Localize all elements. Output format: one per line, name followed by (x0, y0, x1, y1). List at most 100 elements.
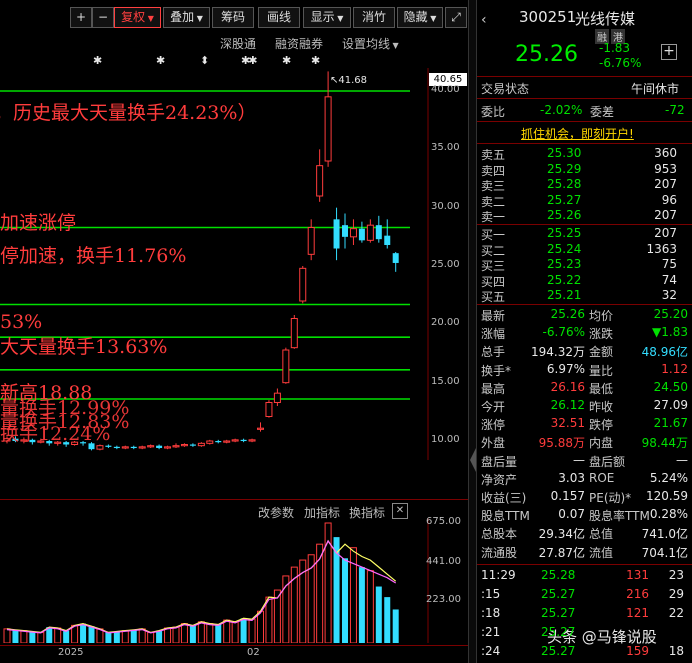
event-star-icon[interactable]: ✱ (282, 54, 291, 67)
zoom-out-button[interactable]: − (92, 7, 114, 28)
candle[interactable] (307, 227, 315, 255)
overlay-button[interactable]: 叠加 ▼ (163, 7, 210, 28)
bids-price[interactable]: 25.23 (547, 257, 581, 271)
candle[interactable] (121, 446, 129, 449)
stat-label: 净资产 (481, 472, 518, 487)
candle[interactable] (240, 439, 247, 442)
display-button[interactable]: 显示 ▼ (303, 7, 351, 28)
overlay-label: 叠加 (170, 10, 195, 24)
candle[interactable] (316, 165, 324, 197)
volume-bar (349, 547, 357, 643)
candle[interactable] (231, 439, 239, 442)
volume-bar (156, 630, 163, 643)
candle[interactable] (189, 444, 196, 446)
candle[interactable] (197, 442, 205, 447)
review-button[interactable]: 消竹 (353, 7, 395, 28)
volume-bar (215, 624, 222, 643)
volume-bar (384, 597, 391, 643)
candle[interactable] (299, 267, 307, 302)
panel-divider (0, 499, 468, 500)
candle[interactable] (223, 440, 231, 443)
candle[interactable] (324, 96, 332, 162)
shsz-link[interactable]: 深股通 (220, 35, 256, 52)
candle[interactable] (248, 439, 256, 442)
stat-label: 流值 (589, 545, 614, 560)
asks-label: 卖五 (481, 148, 506, 162)
zoom-in-button[interactable]: + (70, 7, 92, 28)
draw-button[interactable]: 画线 (258, 7, 300, 28)
candle[interactable] (349, 228, 357, 238)
candle[interactable] (147, 445, 155, 448)
bids-price[interactable]: 25.22 (547, 273, 581, 287)
candle[interactable] (265, 402, 273, 417)
asks-price[interactable]: 25.27 (547, 193, 581, 207)
prev-stock-icon[interactable]: ‹ (481, 12, 487, 28)
event-star-icon[interactable]: ✱✱ (241, 54, 258, 67)
volume-bar (265, 596, 273, 643)
candle[interactable] (333, 219, 340, 249)
close-icon[interactable]: ✕ (392, 503, 408, 519)
asks-price[interactable]: 25.26 (547, 208, 581, 222)
event-star-icon[interactable]: ✱ (93, 54, 102, 67)
bids-label: 买四 (481, 274, 506, 289)
stat-label: 涨跌 (589, 327, 614, 342)
stat-value: 29.34亿 (538, 527, 585, 542)
hide-button[interactable]: 隐藏 ▼ (397, 7, 443, 28)
candle[interactable] (138, 446, 146, 449)
candle[interactable] (113, 446, 120, 449)
candle[interactable] (172, 445, 180, 448)
candle[interactable] (375, 225, 382, 240)
bids-price[interactable]: 25.21 (547, 288, 581, 302)
candle[interactable] (282, 349, 290, 384)
annotation-text: 大天量换手13.63% (0, 336, 168, 358)
chips-button[interactable]: 筹码 (212, 7, 254, 28)
trading-window: { "toolbar":{"plus":"+","minus":"−","fuq… (0, 0, 692, 663)
candle[interactable] (180, 444, 188, 447)
candle[interactable] (366, 224, 374, 241)
candle[interactable] (290, 318, 298, 349)
event-star-icon[interactable]: ✱ (156, 54, 165, 67)
chart-area[interactable]: + − 复权 ▼ 叠加 ▼ 筹码 画线 显示 ▼ 消竹 隐藏 ▼ ⤢ 深股通 融… (0, 0, 468, 663)
bids-price[interactable]: 25.24 (547, 242, 581, 256)
event-marker-icon[interactable]: ⬍ (200, 54, 209, 67)
candle[interactable] (156, 445, 163, 448)
stat-label: 涨幅 (481, 327, 506, 342)
candle[interactable] (257, 427, 264, 430)
candle[interactable] (215, 441, 222, 443)
candle[interactable] (273, 392, 281, 403)
candle[interactable] (96, 445, 104, 450)
candle[interactable] (164, 446, 172, 449)
price-axis-label: 15.00 (431, 375, 460, 387)
stat-value: — (676, 452, 688, 467)
volume-bar (223, 619, 231, 643)
fuquan-button[interactable]: 复权 ▼ (114, 7, 161, 28)
candle[interactable] (392, 253, 399, 263)
fullscreen-icon[interactable]: ⤢ (445, 7, 467, 28)
stat-label: 最低 (589, 381, 614, 396)
margin-link[interactable]: 融资融券 (275, 35, 323, 52)
promo-link[interactable]: 抓住机会，即刻开户! (521, 125, 634, 142)
asks-price[interactable]: 25.30 (547, 146, 581, 160)
tick-count: 23 (668, 568, 684, 582)
candle[interactable] (206, 440, 214, 444)
volume-chart[interactable] (0, 518, 468, 643)
asks-price[interactable]: 25.28 (547, 177, 581, 191)
asks-price[interactable]: 25.29 (547, 162, 581, 176)
panel-splitter[interactable] (468, 0, 477, 663)
current-price: 25.26 (515, 42, 578, 67)
stat-value: 704.1亿 (641, 545, 688, 560)
bids-price[interactable]: 25.25 (547, 226, 581, 240)
event-star-icon[interactable]: ✱ (311, 54, 320, 67)
volume-bar (37, 631, 45, 643)
add-watchlist-icon[interactable]: + (661, 44, 677, 60)
bids-volume: 32 (661, 288, 677, 303)
volume-bar (240, 618, 247, 643)
candle[interactable] (358, 228, 365, 241)
ma-settings-button[interactable]: 设置均线 ▼ (342, 35, 399, 52)
collapse-arrow-icon[interactable] (470, 448, 476, 472)
volume-bar (197, 621, 205, 643)
candle[interactable] (342, 225, 348, 237)
candle[interactable] (384, 235, 391, 245)
candle[interactable] (130, 446, 137, 449)
asks-volume: 96 (661, 192, 677, 207)
